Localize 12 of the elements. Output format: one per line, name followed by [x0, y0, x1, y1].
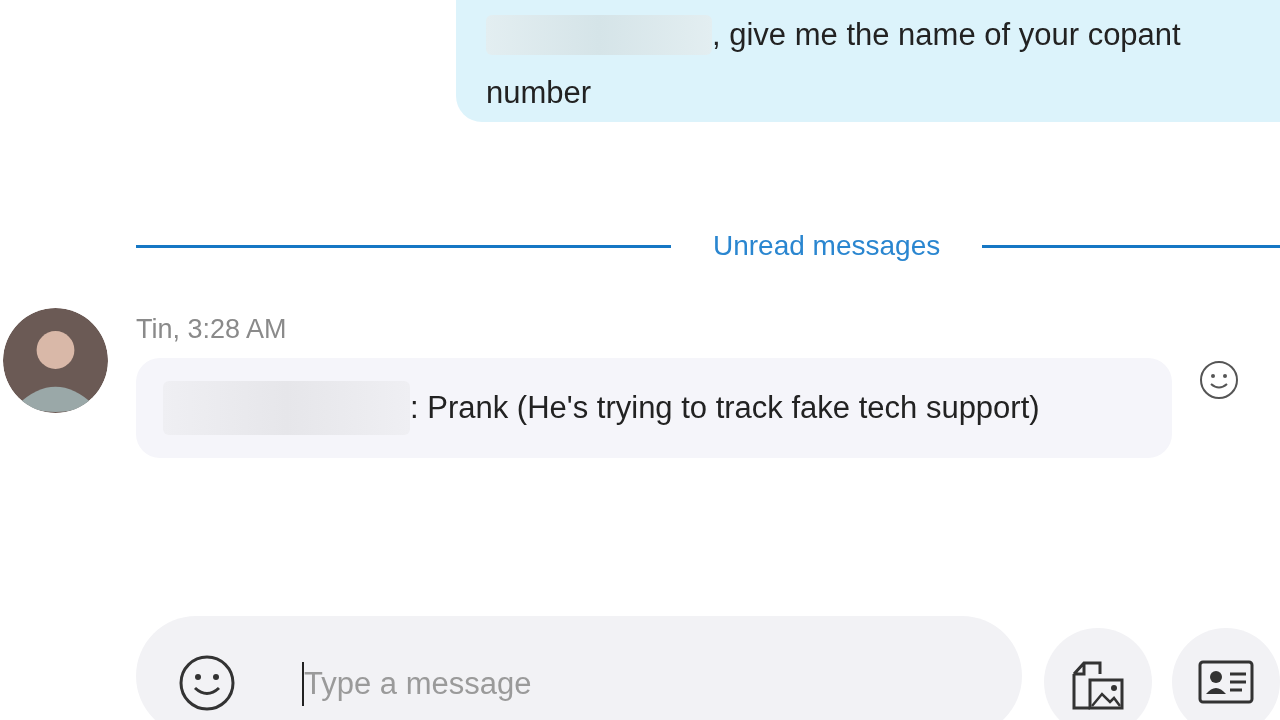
unread-messages-label: Unread messages: [713, 230, 941, 262]
smiley-icon[interactable]: [1199, 360, 1239, 400]
message-input[interactable]: Type a message: [302, 662, 804, 706]
message-text: : Prank (He's trying to track fake tech support): [410, 390, 1040, 426]
avatar[interactable]: [3, 308, 108, 413]
contact-card-icon: [1198, 660, 1254, 704]
smiley-icon[interactable]: [178, 654, 236, 712]
message-text: number: [486, 75, 592, 111]
image-gallery-icon: [1070, 660, 1126, 710]
message-composer[interactable]: Type a message: [136, 616, 1022, 720]
message-text: , give me the name of your copant: [712, 17, 1181, 53]
message-timestamp: Tin, 3:28 AM: [136, 314, 288, 346]
